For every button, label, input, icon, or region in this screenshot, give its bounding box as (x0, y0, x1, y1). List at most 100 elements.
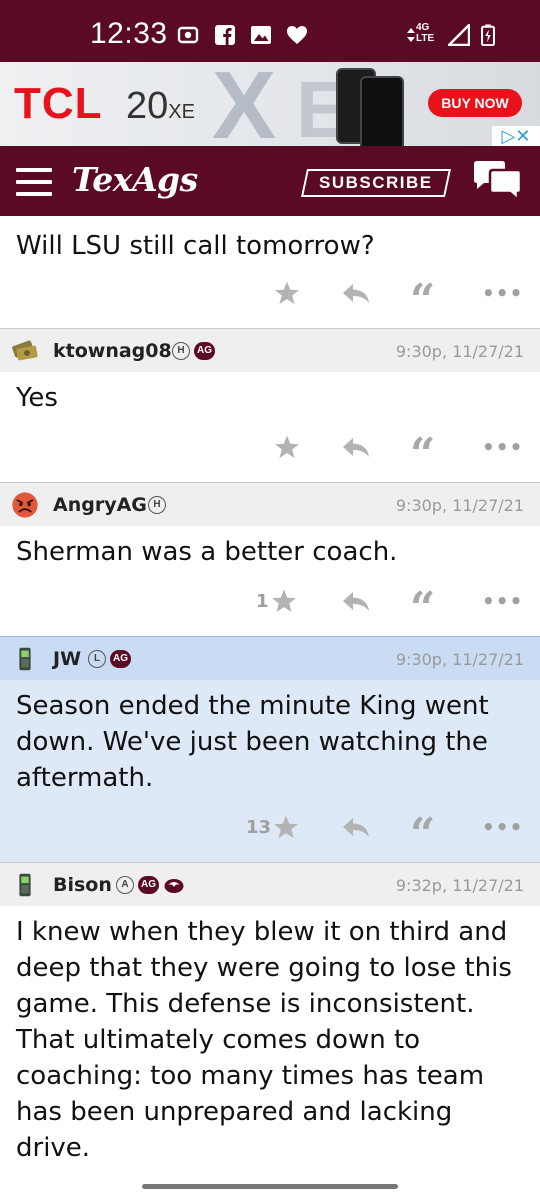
money-avatar-icon[interactable] (10, 337, 40, 365)
reply-button[interactable] (342, 584, 370, 618)
star-button[interactable]: 13 (246, 810, 299, 844)
home-indicator[interactable] (142, 1184, 398, 1189)
buy-now-button[interactable]: BUY NOW (428, 89, 522, 117)
post-actions: 13 “ ••• (0, 810, 540, 857)
star-icon (275, 435, 299, 459)
post-username[interactable]: JW (53, 648, 81, 670)
post-item: Will LSU still call tomorrow? “ ••• (0, 216, 540, 328)
post-item: ktownag08 H AG 9:30p, 11/27/21 Yes “ ••• (0, 328, 540, 482)
menu-icon[interactable] (16, 168, 52, 196)
reply-button[interactable] (342, 430, 370, 464)
facebook-icon (215, 25, 235, 45)
ad-model: 20XE (126, 86, 195, 132)
star-icon (271, 589, 296, 613)
more-icon: ••• (482, 815, 524, 839)
star-button[interactable] (274, 430, 300, 464)
quote-icon: “ (410, 809, 436, 860)
badge: H (172, 342, 190, 360)
post-timestamp: 9:30p, 11/27/21 (395, 650, 524, 669)
site-logo[interactable]: TexAgs (72, 160, 198, 199)
post-header: JW L AG 9:30p, 11/27/21 (0, 636, 540, 680)
more-options-button[interactable]: ••• (482, 810, 523, 844)
quote-button[interactable]: “ (410, 810, 435, 857)
post-actions: “ ••• (0, 430, 540, 477)
post-item: Bison A AG 9:32p, 11/27/21 I knew when t… (0, 862, 540, 1192)
badge: L (88, 650, 106, 668)
ad-phone-image-front (360, 76, 404, 146)
post-body: I knew when they blew it on third and de… (0, 906, 540, 1196)
network-type: 4G LTE (416, 22, 435, 44)
like-count: 13 (246, 816, 272, 838)
ad-big-x: X (212, 62, 277, 146)
adchoices-icon[interactable]: ▷✕ (492, 126, 540, 146)
reply-icon (343, 284, 369, 303)
reveille-badge-icon (164, 879, 184, 893)
star-icon (274, 815, 298, 839)
more-icon: ••• (482, 435, 524, 459)
battery-icon (481, 24, 495, 46)
more-icon: ••• (482, 281, 524, 305)
quote-icon: “ (410, 275, 436, 326)
screen-record-icon (177, 26, 199, 44)
post-item: AngryAG H 9:30p, 11/27/21 Sherman was a … (0, 482, 540, 636)
post-actions: 1 “ ••• (0, 584, 540, 631)
post-message: I knew when they blew it on third and de… (16, 917, 512, 1163)
post-actions: “ ••• (0, 276, 540, 323)
badge: A (116, 876, 134, 894)
post-username[interactable]: AngryAG (53, 494, 147, 516)
badge-ag: AG (110, 650, 131, 668)
post-header: Bison A AG 9:32p, 11/27/21 (0, 862, 540, 906)
more-icon: ••• (482, 589, 524, 613)
more-options-button[interactable]: ••• (482, 430, 523, 464)
post-username[interactable]: ktownag08 (53, 340, 172, 362)
post-item: JW L AG 9:30p, 11/27/21 Season ended the… (0, 636, 540, 862)
post-username[interactable]: Bison (53, 874, 112, 896)
user-badges: H (148, 496, 166, 514)
user-badges: L AG (88, 650, 131, 668)
signal-icon (448, 24, 470, 46)
badge-ag: AG (194, 342, 215, 360)
quote-button[interactable]: “ (410, 584, 435, 631)
angry-face-avatar-icon[interactable] (10, 491, 40, 519)
user-badges: H AG (172, 342, 215, 360)
phone-avatar-icon[interactable] (10, 645, 40, 673)
star-button[interactable]: 1 (256, 584, 297, 618)
user-badges: A AG (116, 876, 185, 894)
more-options-button[interactable]: ••• (482, 276, 523, 310)
post-body: Will LSU still call tomorrow? “ ••• (0, 216, 540, 328)
ad-brand: TCL (14, 79, 103, 128)
star-button[interactable] (274, 276, 300, 310)
post-body: Sherman was a better coach. 1 “ ••• (0, 526, 540, 636)
post-timestamp: 9:30p, 11/27/21 (395, 496, 524, 515)
reply-icon (343, 438, 369, 457)
quote-button[interactable]: “ (410, 276, 435, 323)
post-message: Season ended the minute King went down. … (16, 691, 489, 793)
star-icon (275, 281, 299, 305)
ad-model-number: 20 (126, 85, 169, 127)
reply-button[interactable] (342, 810, 370, 844)
post-message: Yes (16, 383, 58, 413)
like-count: 1 (256, 590, 269, 612)
chat-icon[interactable] (472, 160, 524, 202)
quote-icon: “ (410, 429, 436, 480)
wifi-arrows-icon (407, 28, 415, 42)
more-options-button[interactable]: ••• (482, 584, 523, 618)
post-header: ktownag08 H AG 9:30p, 11/27/21 (0, 328, 540, 372)
reply-button[interactable] (342, 276, 370, 310)
post-body: Season ended the minute King went down. … (0, 680, 540, 862)
post-header: AngryAG H 9:30p, 11/27/21 (0, 482, 540, 526)
quote-icon: “ (410, 583, 436, 634)
ad-model-suffix: XE (168, 101, 195, 123)
reply-icon (343, 592, 369, 611)
post-message: Sherman was a better coach. (16, 537, 398, 567)
image-icon (251, 26, 271, 44)
subscribe-button[interactable]: SUBSCRIBE (301, 169, 451, 197)
quote-button[interactable]: “ (410, 430, 435, 477)
badge-ag: AG (138, 876, 159, 894)
status-bar: 12:33 4G LTE (0, 0, 540, 62)
badge: H (148, 496, 166, 514)
heart-icon (287, 26, 307, 44)
post-timestamp: 9:32p, 11/27/21 (395, 876, 524, 895)
phone-avatar-icon[interactable] (10, 871, 40, 899)
post-body: Yes “ ••• (0, 372, 540, 482)
